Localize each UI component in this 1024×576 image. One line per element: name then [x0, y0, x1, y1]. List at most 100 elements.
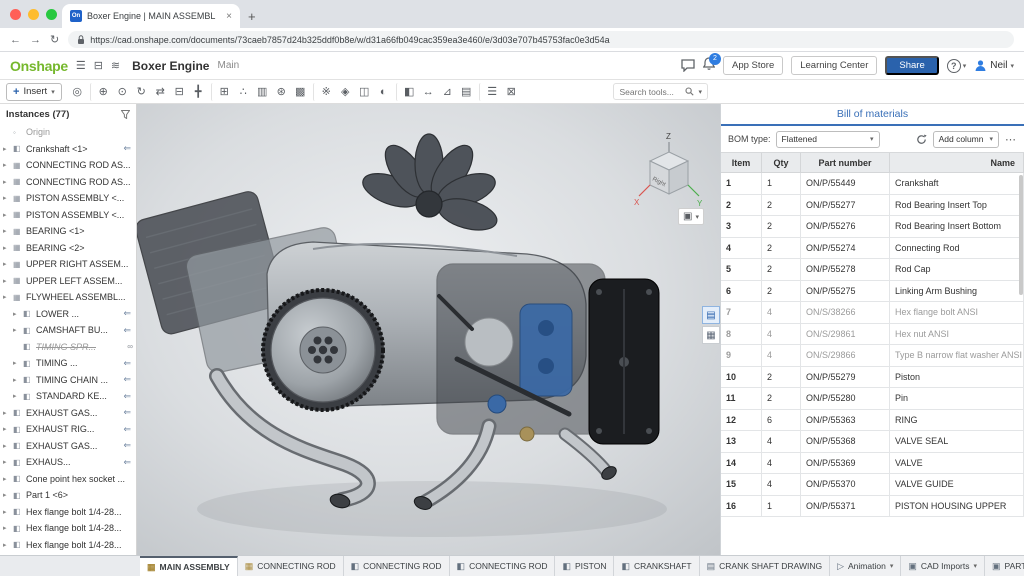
- tab-close-icon[interactable]: ×: [226, 11, 232, 22]
- instance-row[interactable]: PISTON ASSEMBLY <...: [0, 207, 136, 224]
- column-header-item[interactable]: Item: [721, 153, 762, 173]
- named-positions-icon[interactable]: ◫: [355, 83, 374, 101]
- instance-row[interactable]: CAMSHAFT BU...: [0, 322, 136, 339]
- main-menu-icon[interactable]: ☰: [76, 59, 86, 72]
- bom-row[interactable]: 12 6 ON/P/55363 RING: [721, 410, 1024, 432]
- bom-row[interactable]: 13 4 ON/P/55368 VALVE SEAL: [721, 431, 1024, 453]
- onshape-logo[interactable]: Onshape: [10, 58, 68, 74]
- expand-chevron-icon[interactable]: [3, 524, 10, 532]
- document-tab[interactable]: CAD Imports: [901, 556, 985, 576]
- add-column-button[interactable]: Add column: [933, 131, 999, 148]
- column-header-part-number[interactable]: Part number: [801, 153, 890, 173]
- mass-properties-icon[interactable]: ⊿: [438, 83, 457, 101]
- slider-mate-icon[interactable]: ⇄: [151, 83, 170, 101]
- section-view-icon[interactable]: ◧: [396, 83, 419, 101]
- reload-icon[interactable]: ↻: [50, 33, 59, 46]
- revolute-mate-icon[interactable]: ↻: [132, 83, 151, 101]
- instance-row[interactable]: Hex flange bolt 1/4-28...: [0, 504, 136, 521]
- panels-icon[interactable]: ⊟: [94, 59, 103, 72]
- document-tab[interactable]: CONNECTING ROD: [450, 556, 556, 576]
- bom-row[interactable]: 14 4 ON/P/55369 VALVE: [721, 453, 1024, 475]
- expand-chevron-icon[interactable]: [3, 409, 10, 417]
- instance-row[interactable]: BEARING <1>: [0, 223, 136, 240]
- instance-row[interactable]: Cone point hex socket ...: [0, 471, 136, 488]
- expand-chevron-icon[interactable]: [3, 145, 10, 153]
- learning-center-button[interactable]: Learning Center: [791, 56, 877, 75]
- instance-row[interactable]: LOWER ...: [0, 306, 136, 323]
- document-tab[interactable]: PARTS: [985, 556, 1024, 576]
- user-menu-button[interactable]: Neil: [974, 59, 1014, 72]
- explode-view-icon[interactable]: ※: [313, 83, 336, 101]
- document-tab[interactable]: Animation: [830, 556, 901, 576]
- document-tab[interactable]: CONNECTING ROD: [238, 556, 344, 576]
- bom-row[interactable]: 2 2 ON/P/55277 Rod Bearing Insert Top: [721, 195, 1024, 217]
- instance-row[interactable]: UPPER LEFT ASSEM...: [0, 273, 136, 290]
- circular-pattern-icon[interactable]: ⊛: [272, 83, 291, 101]
- snapshot-icon[interactable]: ◈: [336, 83, 355, 101]
- search-tools-input[interactable]: [619, 87, 681, 97]
- comment-icon[interactable]: [681, 59, 695, 72]
- instance-row[interactable]: CONNECTING ROD AS...: [0, 174, 136, 191]
- bom-panel-toggle-button[interactable]: [702, 306, 720, 324]
- versions-icon[interactable]: ≋: [111, 59, 120, 72]
- mate-icon[interactable]: ⊕: [90, 83, 113, 101]
- expand-chevron-icon[interactable]: [3, 425, 10, 433]
- share-button[interactable]: Share: [885, 56, 938, 75]
- expand-chevron-icon[interactable]: [13, 376, 20, 384]
- bom-row[interactable]: 3 2 ON/P/55276 Rod Bearing Insert Bottom: [721, 216, 1024, 238]
- instance-row[interactable]: Part 1 <6>: [0, 487, 136, 504]
- measure-icon[interactable]: ↔: [419, 83, 438, 101]
- expand-chevron-icon[interactable]: [13, 359, 20, 367]
- refresh-icon[interactable]: [916, 134, 927, 145]
- workspace-name[interactable]: Main: [217, 60, 239, 71]
- bom-row[interactable]: 11 2 ON/P/55280 Pin: [721, 388, 1024, 410]
- instance-row[interactable]: Hex flange bolt 1/4-28...: [0, 537, 136, 554]
- instance-row[interactable]: CONNECTING ROD AS...: [0, 157, 136, 174]
- bom-row[interactable]: 9 4 ON/S/29866 Type B narrow flat washer…: [721, 345, 1024, 367]
- back-icon[interactable]: ←: [10, 34, 21, 46]
- view-cube[interactable]: Z Right X Y: [632, 130, 706, 216]
- expand-chevron-icon[interactable]: [3, 508, 10, 516]
- instance-row[interactable]: TIMING ...: [0, 355, 136, 372]
- instance-row[interactable]: Origin: [0, 124, 136, 141]
- expand-chevron-icon[interactable]: [3, 244, 10, 252]
- view-options-button[interactable]: [678, 208, 704, 225]
- linear-pattern-icon[interactable]: ▥: [253, 83, 272, 101]
- browser-tab[interactable]: On Boxer Engine | MAIN ASSEMBL ×: [62, 4, 240, 28]
- 3d-viewport[interactable]: Z Right X Y: [137, 104, 720, 555]
- expand-chevron-icon[interactable]: [13, 392, 20, 400]
- expand-chevron-icon[interactable]: [13, 310, 20, 318]
- url-field[interactable]: https://cad.onshape.com/documents/73caeb…: [68, 31, 1014, 48]
- insert-button[interactable]: + Insert: [6, 83, 62, 101]
- document-tab[interactable]: CONNECTING ROD: [344, 556, 450, 576]
- close-window-button[interactable]: [10, 9, 21, 20]
- mate-connector-icon[interactable]: ╋: [189, 83, 208, 101]
- new-tab-button[interactable]: +: [248, 9, 256, 24]
- instance-row[interactable]: FLYWHEEL ASSEMBL...: [0, 289, 136, 306]
- instance-row[interactable]: BEARING <2>: [0, 240, 136, 257]
- bom-scrollbar[interactable]: [1019, 175, 1023, 295]
- mate-relation-icon[interactable]: ∴: [234, 83, 253, 101]
- instance-row[interactable]: EXHAUS...: [0, 454, 136, 471]
- instance-row[interactable]: Crankshaft <1>: [0, 141, 136, 158]
- instance-row[interactable]: TIMING SPR...: [0, 339, 136, 356]
- expand-chevron-icon[interactable]: [3, 491, 10, 499]
- expand-chevron-icon[interactable]: [3, 161, 10, 169]
- forward-icon[interactable]: →: [30, 34, 41, 46]
- bom-table-icon[interactable]: ☰: [479, 83, 502, 101]
- replicate-icon[interactable]: ▩: [291, 83, 310, 101]
- bom-row[interactable]: 7 4 ON/S/38266 Hex flange bolt ANSI: [721, 302, 1024, 324]
- expand-chevron-icon[interactable]: [3, 442, 10, 450]
- document-tab[interactable]: MAIN ASSEMBLY: [140, 556, 238, 576]
- bom-row[interactable]: 8 4 ON/S/29861 Hex nut ANSI: [721, 324, 1024, 346]
- column-header-name[interactable]: Name: [890, 153, 1024, 173]
- search-tools[interactable]: [613, 83, 708, 100]
- expand-chevron-icon[interactable]: [3, 475, 10, 483]
- expand-chevron-icon[interactable]: [3, 541, 10, 549]
- zoom-window-button[interactable]: [46, 9, 57, 20]
- configuration-panel-toggle-button[interactable]: [702, 326, 720, 344]
- instance-row[interactable]: EXHAUST GAS...: [0, 405, 136, 422]
- document-tab[interactable]: CRANKSHAFT: [614, 556, 699, 576]
- instance-row[interactable]: STANDARD KE...: [0, 388, 136, 405]
- instance-row[interactable]: PISTON ASSEMBLY <...: [0, 190, 136, 207]
